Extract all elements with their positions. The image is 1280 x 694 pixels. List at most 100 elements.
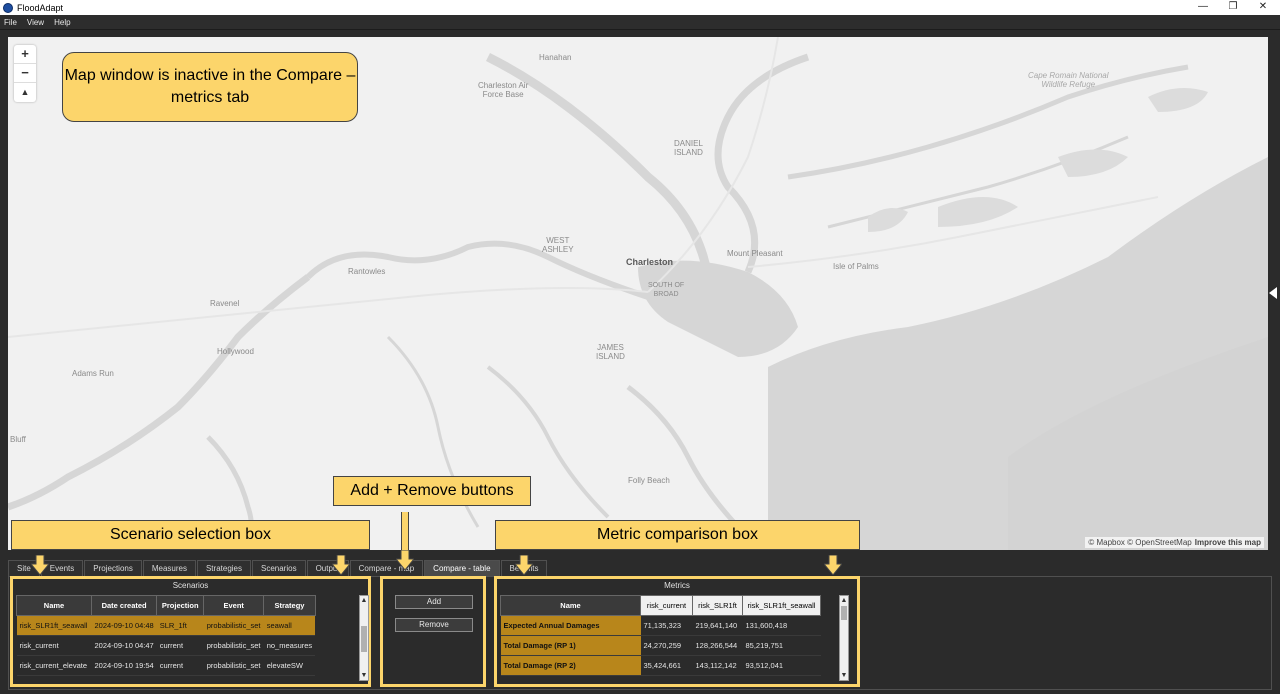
cell: probabilistic_set [203,635,264,656]
scroll-down-icon[interactable]: ▼ [840,671,848,680]
add-remove-box: Add Remove [380,576,486,687]
cell: seawall [263,615,316,636]
tab-strategies[interactable]: Strategies [196,560,251,576]
col-risk-current[interactable]: risk_current [640,595,693,616]
cell: 93,512,041 [742,655,821,676]
table-row[interactable]: risk_current_elevate 2024-09-10 19:54 cu… [16,655,316,676]
tab-bar: Site Events Projections Measures Strateg… [8,560,548,576]
col-strategy[interactable]: Strategy [263,595,316,616]
attribution-text: © Mapbox © OpenStreetMap [1088,538,1192,547]
cell: 85,219,751 [742,635,821,656]
place-south-of-broad: SOUTH OF BROAD [648,282,685,298]
place-west-ashley: WEST ASHLEY [542,236,574,254]
improve-map-link[interactable]: Improve this map [1195,538,1261,547]
tab-compare-table[interactable]: Compare - table [424,560,500,576]
scroll-thumb[interactable] [841,606,847,620]
floodadapt-logo-icon [3,2,13,13]
table-row[interactable]: Total Damage (RP 2) 35,424,661 143,112,1… [500,655,821,676]
close-button[interactable]: ✕ [1248,0,1278,15]
metrics-scrollbar[interactable]: ▲ ▼ [839,595,849,681]
place-isle-of-palms: Isle of Palms [833,262,879,271]
map-attribution: © Mapbox © OpenStreetMap Improve this map [1085,537,1264,548]
cell: risk_current_elevate [16,655,92,676]
place-folly-beach: Folly Beach [628,476,670,485]
place-bluff: Bluff [10,435,26,444]
menu-file[interactable]: File [4,18,17,27]
table-row[interactable]: Total Damage (RP 1) 24,270,259 128,266,5… [500,635,821,656]
place-mount-pleasant: Mount Pleasant [727,249,783,258]
callout-arrow-icon [396,550,414,570]
menu-bar: File View Help [0,15,1280,30]
scroll-thumb[interactable] [361,626,367,652]
scenario-selection-box: Scenarios Name Date created Projection E… [10,576,371,687]
zoom-in-button[interactable]: + [14,45,36,64]
scroll-down-icon[interactable]: ▼ [360,671,368,680]
scroll-up-icon[interactable]: ▲ [360,596,368,605]
side-panel-toggle-icon[interactable] [1269,287,1277,299]
metric-name-cell: Total Damage (RP 1) [500,635,641,656]
tab-scenarios[interactable]: Scenarios [252,560,306,576]
place-charleston: Charleston [626,257,674,267]
cell: 219,641,140 [692,615,743,636]
tab-projections[interactable]: Projections [84,560,142,576]
col-projection[interactable]: Projection [156,595,205,616]
table-row[interactable]: risk_current 2024-09-10 04:47 current pr… [16,635,316,656]
cell: risk_SLR1ft_seawall [16,615,92,636]
place-daniel-island: DANIEL ISLAND [674,139,703,157]
metrics-table: Name risk_current risk_SLR1ft risk_SLR1f… [500,595,821,676]
scenarios-title: Scenarios [172,581,209,590]
cell: 71,135,323 [640,615,693,636]
place-adams-run: Adams Run [72,369,114,378]
col-name[interactable]: Name [16,595,92,616]
scenarios-scrollbar[interactable]: ▲ ▼ [359,595,369,681]
place-ravenel: Ravenel [210,299,240,308]
cell: 2024-09-10 04:47 [91,635,157,656]
col-risk-slr1ft[interactable]: risk_SLR1ft [692,595,743,616]
callout-add-remove: Add + Remove buttons [333,476,531,506]
cell: elevateSW [263,655,316,676]
menu-help[interactable]: Help [54,18,70,27]
zoom-control: + − ▲ [14,45,36,102]
cell: SLR_1ft [156,615,204,636]
cell: probabilistic_set [203,615,264,636]
col-risk-slr1ft-seawall[interactable]: risk_SLR1ft_seawall [742,595,821,616]
callout-arrow-icon [824,555,842,575]
callout-arrow-stem [401,512,409,552]
metric-name-cell: Expected Annual Damages [500,615,641,636]
scroll-up-icon[interactable]: ▲ [840,596,848,605]
cell: 131,600,418 [742,615,821,636]
cell: 2024-09-10 04:48 [91,615,157,636]
col-date-created[interactable]: Date created [90,595,158,616]
place-james-island: JAMES ISLAND [596,343,625,361]
place-cape-romain: Cape Romain National Wildlife Refuge [1028,71,1109,89]
table-row[interactable]: risk_SLR1ft_seawall 2024-09-10 04:48 SLR… [16,615,316,636]
zoom-out-button[interactable]: − [14,64,36,83]
place-hanahan: Hanahan [539,53,572,62]
col-metric-name[interactable]: Name [500,595,641,616]
place-rantowles: Rantowles [348,267,386,276]
callout-arrow-icon [515,555,533,575]
cell: 143,112,142 [692,655,743,676]
scenarios-table: Name Date created Projection Event Strat… [16,595,316,676]
tab-measures[interactable]: Measures [142,560,196,576]
callout-arrow-icon [31,555,49,575]
cell: probabilistic_set [203,655,264,676]
cell: 35,424,661 [640,655,693,676]
callout-map-inactive: Map window is inactive in the Compare – … [62,52,358,122]
compass-button[interactable]: ▲ [14,83,36,102]
cell: 2024-09-10 19:54 [91,655,157,676]
maximize-button[interactable]: ❐ [1218,0,1248,15]
metric-name-cell: Total Damage (RP 2) [500,655,641,676]
cell: no_measures [263,635,316,656]
cell: risk_current [16,635,92,656]
metric-comparison-box: Metrics Name risk_current risk_SLR1ft ri… [494,576,860,687]
menu-view[interactable]: View [27,18,44,27]
minimize-button[interactable]: — [1188,0,1218,15]
title-bar: FloodAdapt — ❐ ✕ [0,0,1280,15]
metrics-title: Metrics [664,581,690,590]
cell: 24,270,259 [640,635,693,656]
col-event[interactable]: Event [203,595,265,616]
table-row[interactable]: Expected Annual Damages 71,135,323 219,6… [500,615,821,636]
remove-button[interactable]: Remove [395,618,473,632]
add-button[interactable]: Add [395,595,473,609]
